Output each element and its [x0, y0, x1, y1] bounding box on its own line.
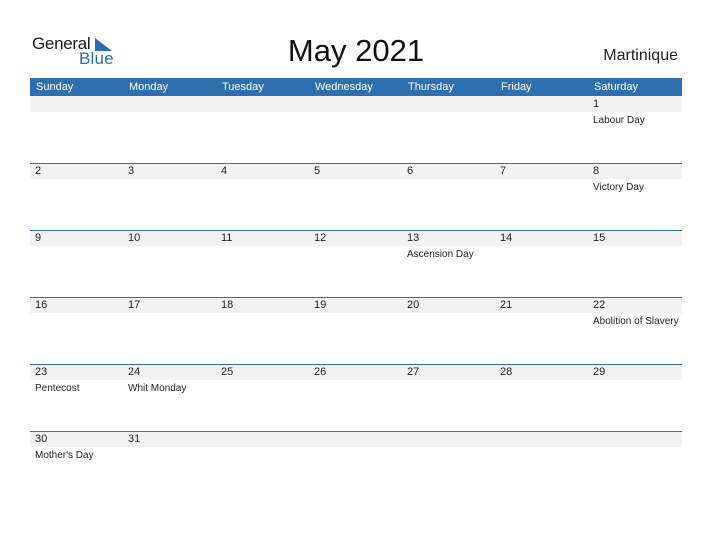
day-cell	[216, 96, 309, 163]
day-number: 21	[500, 299, 513, 311]
day-cell	[309, 431, 402, 498]
day-number: 23	[35, 366, 48, 378]
day-number: 14	[500, 232, 513, 244]
day-number: 7	[500, 165, 507, 177]
weekday-friday: Friday	[501, 81, 532, 93]
day-number: 20	[407, 299, 420, 311]
week-row: 16 17 18 19 20 21 22 Abolition of Slavery	[30, 297, 682, 364]
day-number: 27	[407, 366, 420, 378]
day-number: 18	[221, 299, 234, 311]
day-cell: 21	[495, 297, 588, 364]
day-number: 4	[221, 165, 228, 177]
day-cell: 17	[123, 297, 216, 364]
day-cell: 22 Abolition of Slavery	[588, 297, 681, 364]
day-number: 26	[314, 366, 327, 378]
day-number: 8	[593, 165, 600, 177]
day-cell: 9	[30, 230, 123, 297]
day-cell: 2	[30, 163, 123, 230]
day-cell: 14	[495, 230, 588, 297]
day-number: 22	[593, 299, 606, 311]
day-cell: 7	[495, 163, 588, 230]
holiday-label: Ascension Day	[407, 249, 474, 260]
day-number: 1	[593, 98, 600, 110]
day-number: 16	[35, 299, 48, 311]
day-cell: 15	[588, 230, 681, 297]
weekday-tuesday: Tuesday	[222, 81, 264, 93]
day-number: 29	[593, 366, 606, 378]
day-cell: 1 Labour Day	[588, 96, 681, 163]
holiday-label: Abolition of Slavery	[593, 316, 679, 327]
day-number: 31	[128, 433, 141, 445]
day-cell	[495, 96, 588, 163]
day-number: 13	[407, 232, 420, 244]
day-cell: 30 Mother's Day	[30, 431, 123, 498]
day-number: 24	[128, 366, 141, 378]
day-cell	[309, 96, 402, 163]
day-cell: 6	[402, 163, 495, 230]
holiday-label: Pentecost	[35, 383, 80, 394]
day-cell: 12	[309, 230, 402, 297]
day-cell: 8 Victory Day	[588, 163, 681, 230]
day-number: 2	[35, 165, 42, 177]
day-cell: 13 Ascension Day	[402, 230, 495, 297]
day-cell: 25	[216, 364, 309, 431]
day-cell: 27	[402, 364, 495, 431]
day-cell	[123, 96, 216, 163]
day-cell: 20	[402, 297, 495, 364]
week-row: 1 Labour Day	[30, 96, 682, 163]
day-number: 28	[500, 366, 513, 378]
day-cell	[495, 431, 588, 498]
day-cell	[588, 431, 681, 498]
day-number: 11	[221, 232, 233, 244]
holiday-label: Victory Day	[593, 182, 644, 193]
day-number: 30	[35, 433, 48, 445]
day-number: 12	[314, 232, 327, 244]
day-number: 5	[314, 165, 321, 177]
day-cell: 24 Whit Monday	[123, 364, 216, 431]
day-cell	[402, 431, 495, 498]
day-cell: 19	[309, 297, 402, 364]
day-cell: 5	[309, 163, 402, 230]
day-number: 19	[314, 299, 327, 311]
day-cell: 18	[216, 297, 309, 364]
day-number: 3	[128, 165, 135, 177]
day-cell	[402, 96, 495, 163]
day-cell: 23 Pentecost	[30, 364, 123, 431]
day-cell: 29	[588, 364, 681, 431]
country-label: Martinique	[603, 47, 678, 64]
week-row: 30 Mother's Day 31	[30, 431, 682, 498]
week-row: 2 3 4 5 6 7 8 Victory Day	[30, 163, 682, 230]
day-cell	[216, 431, 309, 498]
day-cell: 16	[30, 297, 123, 364]
weekday-saturday: Saturday	[594, 81, 639, 93]
holiday-label: Mother's Day	[35, 450, 94, 461]
weekday-monday: Monday	[129, 81, 169, 93]
day-number: 25	[221, 366, 234, 378]
day-cell: 3	[123, 163, 216, 230]
holiday-label: Labour Day	[593, 115, 645, 126]
weekday-wednesday: Wednesday	[315, 81, 373, 93]
weekday-header: Sunday Monday Tuesday Wednesday Thursday…	[30, 78, 682, 96]
day-cell: 10	[123, 230, 216, 297]
day-cell: 11	[216, 230, 309, 297]
day-cell: 28	[495, 364, 588, 431]
day-cell: 31	[123, 431, 216, 498]
holiday-label: Whit Monday	[128, 383, 187, 394]
weekday-thursday: Thursday	[408, 81, 454, 93]
day-cell: 4	[216, 163, 309, 230]
day-cell	[30, 96, 123, 163]
day-number: 6	[407, 165, 414, 177]
day-number: 17	[128, 299, 141, 311]
week-row: 9 10 11 12 13 Ascension Day 14 15	[30, 230, 682, 297]
day-cell: 26	[309, 364, 402, 431]
week-row: 23 Pentecost 24 Whit Monday 25 26 27 28 29	[30, 364, 682, 431]
day-number: 9	[35, 232, 42, 244]
weekday-sunday: Sunday	[36, 81, 74, 93]
day-number: 10	[128, 232, 141, 244]
day-number: 15	[593, 232, 606, 244]
